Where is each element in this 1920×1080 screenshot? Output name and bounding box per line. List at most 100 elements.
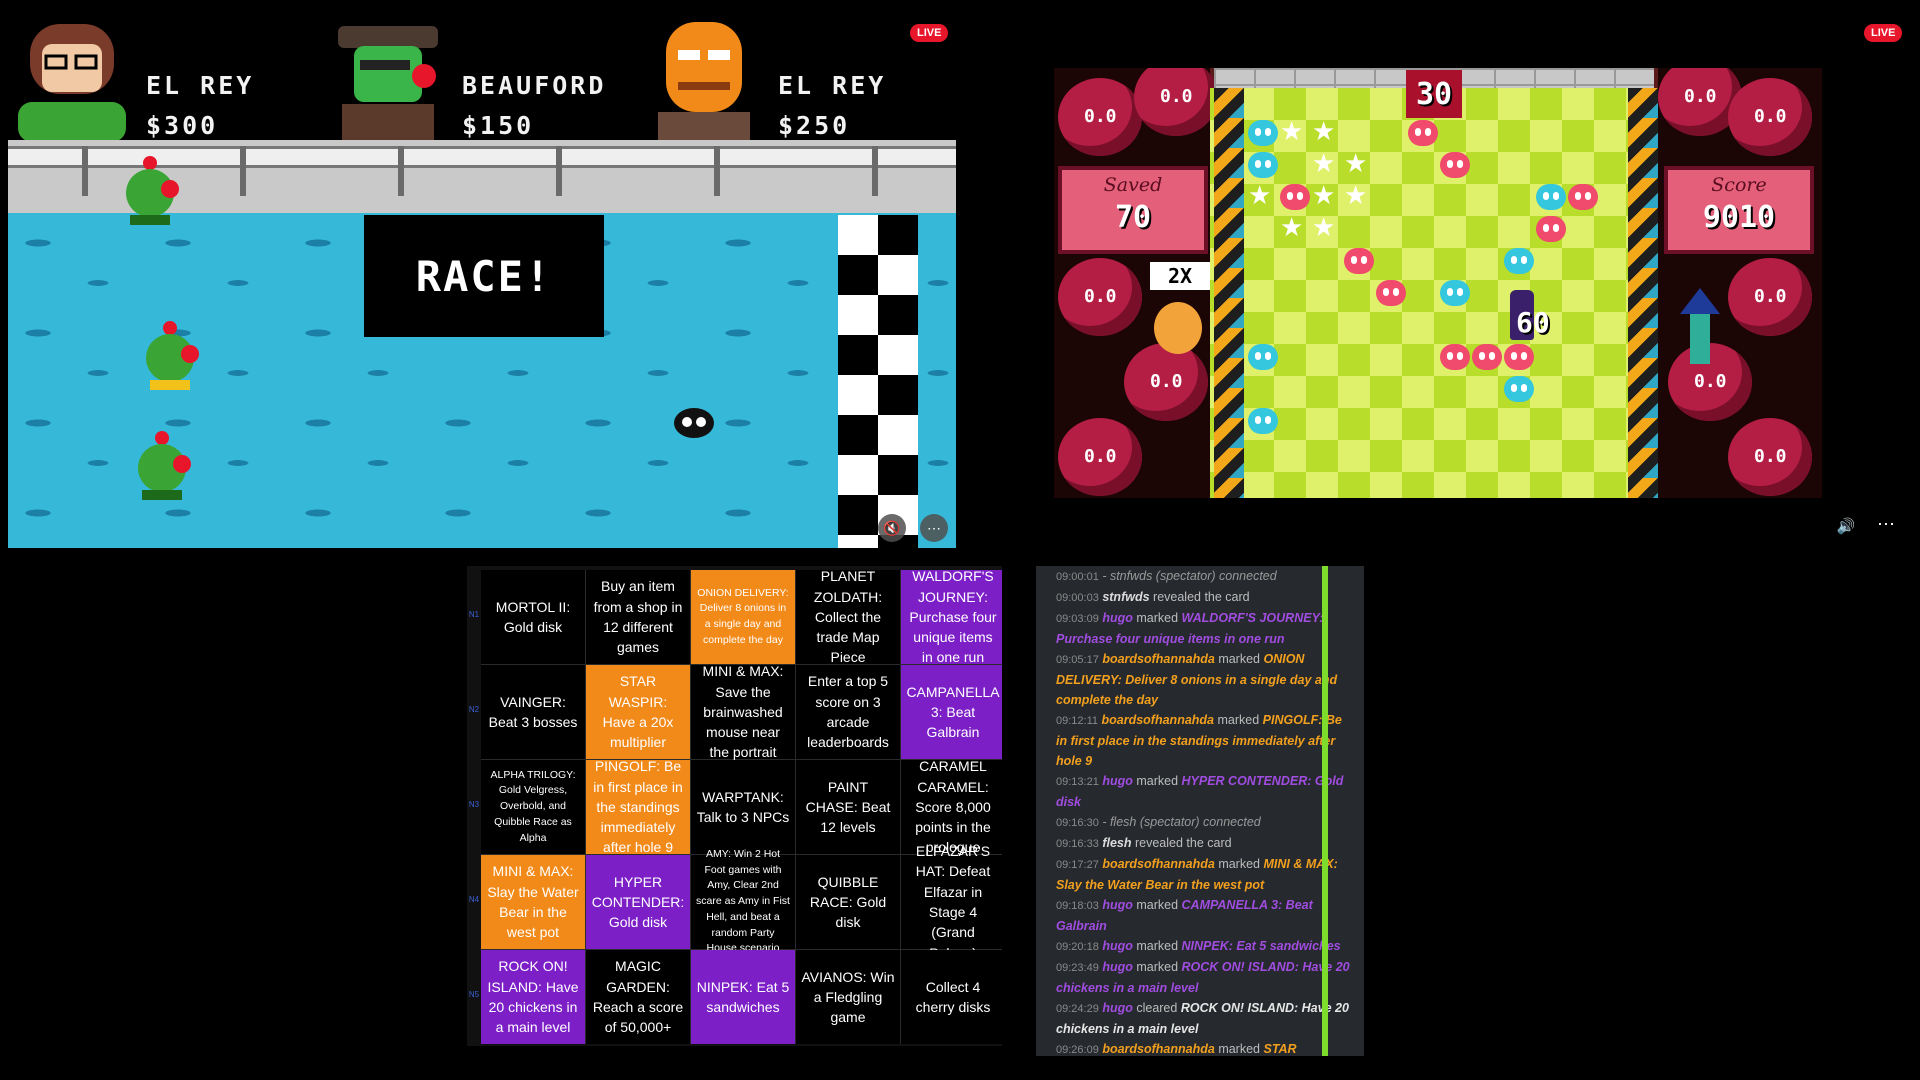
bingo-cell[interactable]: MINI & MAX: Slay the Water Bear in the w… xyxy=(481,855,585,949)
log-status-bar xyxy=(1322,566,1328,1056)
log-action: marked xyxy=(1136,939,1179,953)
log-timestamp: 09:03:09 xyxy=(1056,613,1099,625)
log-username: flesh xyxy=(1102,836,1132,850)
log-timestamp: 09:16:30 xyxy=(1056,817,1099,829)
log-timestamp: 09:18:03 xyxy=(1056,900,1099,912)
log-timestamp: 09:00:03 xyxy=(1056,592,1099,604)
volume-button[interactable]: 🔊 xyxy=(1834,514,1858,538)
bingo-cell[interactable]: NINPEK: Eat 5 sandwiches xyxy=(691,950,795,1044)
bingo-cell[interactable]: PLANET ZOLDATH: Collect the trade Map Pi… xyxy=(796,568,900,665)
bingo-cell[interactable]: QUIBBLE RACE: Gold disk xyxy=(796,855,900,949)
log-action: marked xyxy=(1136,611,1179,625)
star-icon: ★ xyxy=(1344,148,1368,178)
blue-blob xyxy=(1248,408,1278,434)
log-timestamp: 09:17:27 xyxy=(1056,859,1099,871)
log-timestamp: 09:20:18 xyxy=(1056,941,1099,953)
red-blob xyxy=(1344,248,1374,274)
star-icon: ★ xyxy=(1312,212,1336,242)
red-blob xyxy=(1376,280,1406,306)
star-icon: ★ xyxy=(1312,148,1336,178)
more-options-button-right[interactable]: ⋯ xyxy=(1874,512,1898,536)
log-username: boardsofhannahda xyxy=(1102,1042,1215,1056)
red-blob xyxy=(1280,184,1310,210)
bingo-cell[interactable]: PAINT CHASE: Beat 12 levels xyxy=(796,760,900,854)
log-action: marked xyxy=(1136,960,1179,974)
log-item: NINPEK: Eat 5 sandwiches xyxy=(1181,939,1341,953)
log-item: ROCK ON! ISLAND: Have 20 chickens in a m… xyxy=(1056,1001,1349,1036)
score-label: Score xyxy=(1711,174,1767,196)
bingo-cell[interactable]: STAR WASPIR: Have a 20x multiplier xyxy=(586,665,690,759)
bingo-grid: MORTOL II: Gold disk Buy an item from a s… xyxy=(481,568,1002,1044)
log-username: hugo xyxy=(1102,774,1133,788)
player-portrait-1 xyxy=(18,24,126,142)
race-banner: RACE! xyxy=(364,215,604,337)
bingo-cell[interactable]: Collect 4 cherry disks xyxy=(901,950,1002,1044)
player-1-money: $300 xyxy=(146,111,219,140)
star-icon: ★ xyxy=(1248,180,1272,210)
activity-log[interactable]: 09:00:01 - stnfwds (spectator) connected… xyxy=(1036,566,1364,1056)
log-username: hugo xyxy=(1102,611,1133,625)
star-icon: ★ xyxy=(1312,116,1336,146)
bingo-cell[interactable]: ELFAZAR'S HAT: Defeat Elfazar in Stage 4… xyxy=(901,843,1002,961)
log-username: hugo xyxy=(1102,898,1133,912)
log-timestamp: 09:24:29 xyxy=(1056,1003,1099,1015)
player-3-money: $250 xyxy=(778,111,851,140)
bingo-cell[interactable]: HYPER CONTENDER: Gold disk xyxy=(586,855,690,949)
muted-speaker-icon: 🔇 xyxy=(883,519,901,536)
red-blob xyxy=(1408,120,1438,146)
bingo-cell[interactable]: WARPTANK: Talk to 3 NPCs xyxy=(691,760,795,854)
bingo-cell[interactable]: WALDORF'S JOURNEY: Purchase four unique … xyxy=(901,568,1002,665)
bingo-cell[interactable]: ONION DELIVERY: Deliver 8 onions in a si… xyxy=(691,570,795,664)
racer-frog-2 xyxy=(146,321,199,390)
player-portrait-2 xyxy=(338,26,438,142)
blue-blob xyxy=(1248,344,1278,370)
bingo-cell[interactable]: AVIANOS: Win a Fledgling game xyxy=(796,950,900,1044)
left-stream-video[interactable]: EL REY $300 BEAUFORD $150 EL REY $250 RA… xyxy=(8,8,956,548)
bingo-cell[interactable]: PINGOLF: Be in first place in the standi… xyxy=(586,758,690,855)
log-action: marked xyxy=(1218,857,1260,871)
bingo-cell[interactable]: Buy an item from a shop in 12 different … xyxy=(586,570,690,664)
star-icon: ★ xyxy=(1312,180,1336,210)
player-portrait-3 xyxy=(658,22,750,142)
log-username: boardsofhannahda xyxy=(1102,857,1215,871)
log-scroll-area[interactable]: 09:00:01 - stnfwds (spectator) connected… xyxy=(1056,566,1356,1056)
bingo-cell[interactable]: CARAMEL CARAMEL: Score 8,000 points in t… xyxy=(901,758,1002,855)
bingo-cell[interactable]: VAINGER: Beat 3 bosses xyxy=(481,665,585,759)
red-blob xyxy=(1472,344,1502,370)
bingo-cell[interactable]: MINI & MAX: Save the brainwashed mouse n… xyxy=(691,663,795,760)
log-action: marked xyxy=(1218,652,1260,666)
bingo-cell[interactable]: CAMPANELLA 3: Beat Galbrain xyxy=(901,665,1002,759)
log-timestamp: 09:00:01 xyxy=(1056,571,1099,583)
log-timestamp: 09:16:33 xyxy=(1056,838,1099,850)
log-username: hugo xyxy=(1102,939,1133,953)
log-entry: 09:16:33 flesh revealed the card xyxy=(1056,833,1356,854)
bingo-cell[interactable]: ROCK ON! ISLAND: Have 20 chickens in a m… xyxy=(481,950,585,1044)
more-options-button[interactable]: ⋯ xyxy=(920,514,948,542)
log-entry: 09:00:01 - stnfwds (spectator) connected xyxy=(1056,566,1356,587)
log-username: stnfwds xyxy=(1102,590,1150,604)
right-stream-video[interactable]: 0.0 0.0 0.0 0.0 0.0 0.0 0.0 0.0 0.0 0.0 … xyxy=(1054,68,1822,498)
row-label: N4 xyxy=(468,895,480,904)
bingo-cell[interactable]: ALPHA TRILOGY: Gold Velgress, Overbold, … xyxy=(481,760,585,854)
player-1-name: EL REY xyxy=(146,71,255,100)
bingo-cell[interactable]: AMY: Win 2 Hot Foot games with Amy, Clea… xyxy=(691,848,795,954)
log-entry: 09:20:18 hugo marked NINPEK: Eat 5 sandw… xyxy=(1056,936,1356,957)
star-icon: ★ xyxy=(1344,180,1368,210)
racer-frog-1 xyxy=(126,156,179,225)
log-action: marked xyxy=(1217,713,1260,727)
right-edge-strip xyxy=(1628,88,1658,498)
bingo-cell[interactable]: MORTOL II: Gold disk xyxy=(481,570,585,664)
log-username: hugo xyxy=(1102,960,1133,974)
red-blob xyxy=(1536,216,1566,242)
bingo-cell[interactable]: Enter a top 5 score on 3 arcade leaderbo… xyxy=(796,665,900,759)
red-blob xyxy=(1440,344,1470,370)
multiplier-badge: 2X xyxy=(1150,262,1210,290)
row-label: N1 xyxy=(468,610,480,619)
blue-blob xyxy=(1504,376,1534,402)
countdown-timer: 30 xyxy=(1406,70,1462,118)
saved-value: 70 xyxy=(1114,200,1152,235)
log-entry: 09:26:09 boardsofhannahda marked STAR xyxy=(1056,1039,1356,1056)
score-value: 9010 xyxy=(1702,200,1776,235)
mute-button[interactable]: 🔇 xyxy=(878,514,906,542)
bingo-cell[interactable]: MAGIC GARDEN: Reach a score of 50,000+ xyxy=(586,950,690,1044)
